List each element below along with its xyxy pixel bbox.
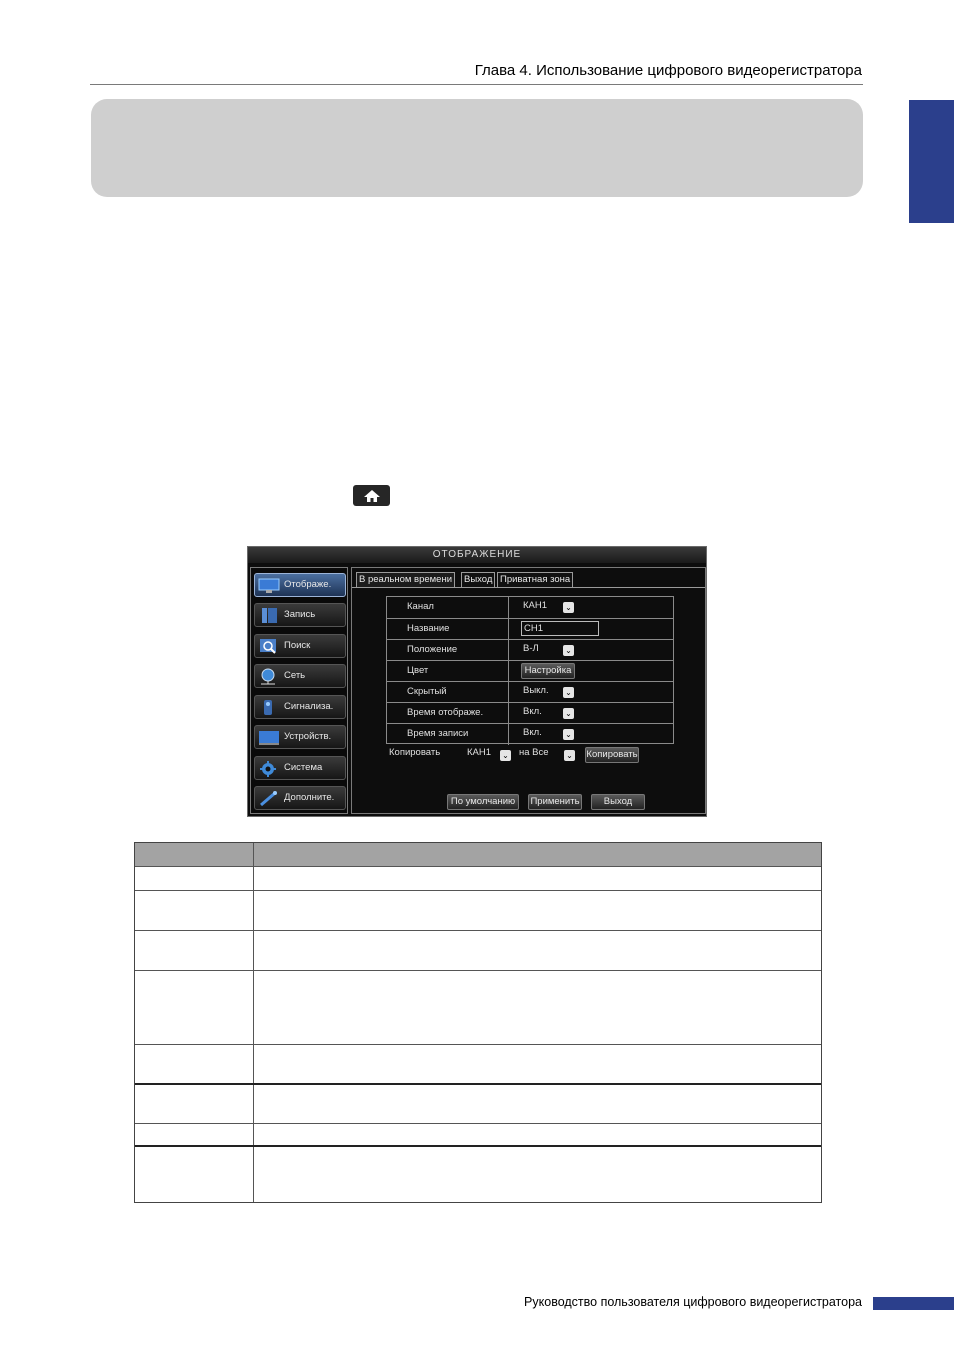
column-divider — [508, 724, 509, 745]
column-divider — [508, 597, 509, 618]
setting-row-position: Положение В-Л ⌄ — [387, 639, 673, 661]
column-divider — [508, 619, 509, 640]
tools-icon — [260, 791, 277, 807]
copy-label: Копировать — [389, 747, 441, 758]
menu-item-advanced[interactable]: Дополните. — [254, 786, 346, 810]
table-header — [135, 843, 821, 867]
table-row — [135, 971, 821, 1044]
menu-label: Запись — [284, 609, 316, 620]
setting-label: Цвет — [407, 665, 429, 676]
tab-output[interactable]: Выход — [461, 572, 496, 587]
exit-button[interactable]: Выход — [591, 794, 645, 810]
header-rule — [90, 84, 863, 85]
section-banner — [91, 99, 863, 197]
setting-label: Канал — [407, 601, 434, 612]
menu-item-display[interactable]: Отображе. — [254, 573, 346, 597]
menu-label: Система — [284, 762, 323, 773]
hidden-select[interactable]: Выкл. — [523, 685, 549, 696]
copy-button[interactable]: Копировать — [585, 747, 639, 763]
record-icon — [262, 608, 277, 623]
setting-label: Положение — [407, 644, 458, 655]
setting-label: Название — [407, 623, 450, 634]
apply-button[interactable]: Применить — [528, 794, 582, 810]
chevron-down-icon[interactable]: ⌄ — [563, 687, 574, 698]
menu-label: Устройств. — [284, 731, 332, 742]
chevron-down-icon[interactable]: ⌄ — [563, 708, 574, 719]
chapter-title: Глава 4. Использование цифрового видеоре… — [474, 62, 862, 79]
setting-row-color: Цвет Настройка — [387, 660, 673, 682]
menu-item-system[interactable]: Система — [254, 756, 346, 780]
table-row — [135, 1045, 821, 1084]
position-select[interactable]: В-Л — [523, 643, 539, 654]
chevron-down-icon[interactable]: ⌄ — [563, 602, 574, 613]
name-input[interactable]: CH1 — [521, 621, 599, 636]
menu-item-search[interactable]: Поиск — [254, 634, 346, 658]
table-row — [135, 931, 821, 970]
chevron-down-icon[interactable]: ⌄ — [563, 729, 574, 740]
footer-title: Руководство пользователя цифрового видео… — [524, 1295, 862, 1309]
table-row — [135, 1085, 821, 1123]
table-row — [135, 1124, 821, 1145]
chapter-side-tab — [909, 100, 954, 223]
menu-item-devices[interactable]: Устройств. — [254, 725, 346, 749]
dvr-display-window: ОТОБРАЖЕНИЕ Отображе. Запись Поиск Сеть … — [247, 546, 707, 817]
default-button[interactable]: По умолчанию — [447, 794, 519, 810]
setting-row-name: Название CH1 — [387, 618, 673, 640]
display-time-select[interactable]: Вкл. — [523, 706, 542, 717]
tab-privacy-zone[interactable]: Приватная зона — [497, 572, 574, 587]
menu-label: Сигнализа. — [284, 701, 334, 712]
menu-label: Сеть — [284, 670, 306, 681]
description-table — [134, 842, 822, 1203]
menu-item-network[interactable]: Сеть — [254, 664, 346, 688]
settings-grid: Канал КАН1 ⌄ Название CH1 Положение В-Л … — [386, 596, 674, 745]
alarm-icon — [264, 700, 272, 715]
setting-label: Время записи — [407, 728, 469, 739]
menu-label: Отображе. — [284, 579, 332, 590]
page-number-bar — [873, 1297, 954, 1310]
menu-label: Дополните. — [284, 792, 335, 803]
network-icon — [261, 668, 275, 685]
settings-panel: В реальном времени Выход Приватная зона … — [351, 567, 706, 814]
home-icon — [353, 485, 390, 506]
setting-row-channel: Канал КАН1 ⌄ — [387, 597, 673, 618]
chevron-down-icon[interactable]: ⌄ — [563, 645, 574, 656]
copy-from-select[interactable]: КАН1 — [467, 747, 491, 758]
device-icon — [259, 731, 279, 745]
setting-row-display-time: Время отображе. Вкл. ⌄ — [387, 702, 673, 724]
window-title: ОТОБРАЖЕНИЕ — [248, 547, 706, 563]
table-row — [135, 1147, 821, 1202]
menu-item-record[interactable]: Запись — [254, 603, 346, 627]
tab-divider — [352, 587, 705, 588]
column-divider — [508, 661, 509, 682]
menu-label: Поиск — [284, 640, 311, 651]
table-row — [135, 891, 821, 930]
dvr-sidebar: Отображе. Запись Поиск Сеть Сигнализа. У… — [250, 567, 348, 814]
channel-select[interactable]: КАН1 — [523, 600, 547, 611]
setting-row-record-time: Время записи Вкл. ⌄ — [387, 723, 673, 745]
setting-label: Скрытый — [407, 686, 447, 697]
record-time-select[interactable]: Вкл. — [523, 727, 542, 738]
search-icon — [260, 639, 276, 654]
tab-realtime[interactable]: В реальном времени — [356, 572, 456, 587]
table-row — [135, 867, 821, 891]
copy-to-select[interactable]: на Все — [519, 747, 549, 758]
setting-row-hidden: Скрытый Выкл. ⌄ — [387, 681, 673, 703]
chevron-down-icon[interactable]: ⌄ — [564, 750, 575, 761]
gear-icon — [260, 761, 276, 777]
column-divider — [508, 640, 509, 661]
menu-item-alarm[interactable]: Сигнализа. — [254, 695, 346, 719]
setting-label: Время отображе. — [407, 707, 484, 718]
column-divider — [508, 682, 509, 703]
color-setup-button[interactable]: Настройка — [521, 663, 575, 679]
chevron-down-icon[interactable]: ⌄ — [500, 750, 511, 761]
column-divider — [508, 703, 509, 724]
monitor-icon — [258, 578, 280, 593]
